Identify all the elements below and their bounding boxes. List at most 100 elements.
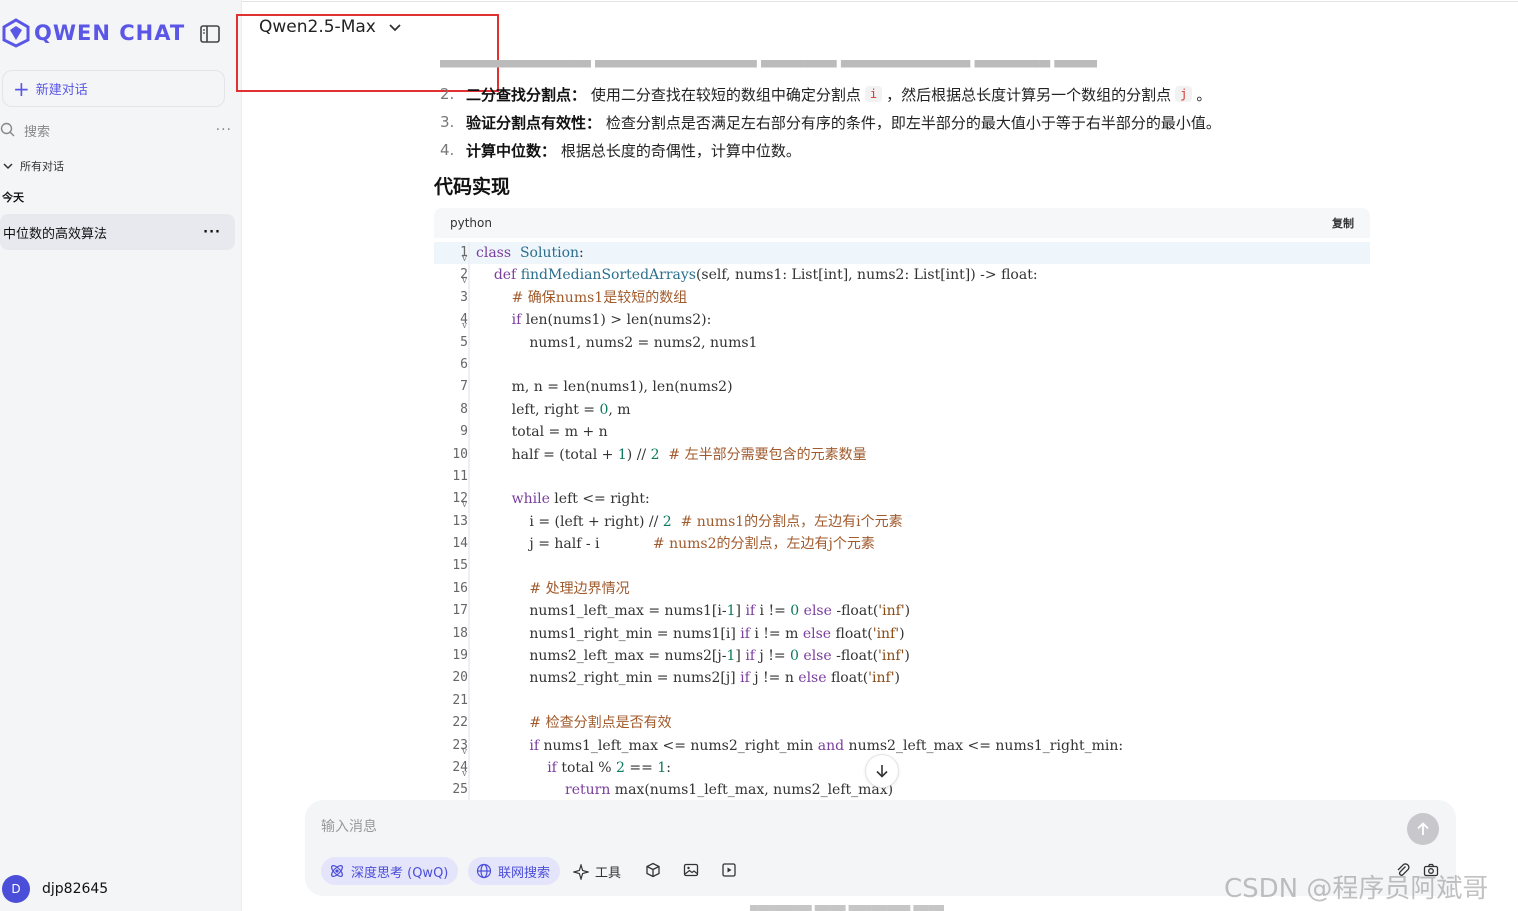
line-number: 19 (452, 648, 468, 664)
line-number: 22 (452, 715, 468, 731)
gutter-divider (468, 779, 470, 802)
code-line: 14 j = half - i # nums2的分割点，左边有j个元素 (434, 533, 1370, 556)
code-line: 24 v if total % 2 == 1: (434, 756, 1370, 780)
video-generation-button[interactable] (721, 862, 737, 878)
code-line: 16 # 处理边界情况 (434, 577, 1370, 601)
code-line: 18 nums1_right_min = nums1[i] if i != m … (434, 622, 1370, 646)
code-text: def findMedianSortedArrays(self, nums1: … (493, 267, 1038, 284)
gutter-divider (468, 510, 470, 534)
conversation-item[interactable]: 中位数的高效算法 ··· (0, 214, 235, 250)
search-more-icon[interactable]: ··· (216, 122, 232, 138)
line-number: 17 (452, 603, 468, 619)
gutter-divider (468, 264, 470, 287)
line-number: 20 (452, 670, 468, 686)
deep-think-toggle[interactable]: 深度思考 (QwQ) (321, 857, 459, 885)
code-text: if len(nums1) > len(nums2): (511, 312, 712, 329)
globe-icon (476, 863, 492, 879)
copy-button[interactable]: 复制 (1332, 215, 1354, 231)
arrow-up-icon (1417, 822, 1429, 835)
arrow-down-icon (876, 765, 888, 778)
code-line: 4v if len(nums1) > len(nums2): (434, 309, 1370, 332)
line-number: 10 (452, 446, 468, 462)
cube-icon (646, 862, 660, 878)
code-text: nums1_left_max = nums1[i-1] if i != 0 el… (476, 603, 911, 620)
gutter-divider (468, 756, 470, 780)
code-line: 8 left, right = 0, m (434, 398, 1370, 422)
code-line: 13 i = (left + right) // 2 # nums1的分割点，左… (434, 510, 1370, 534)
sparkle-icon (573, 863, 589, 880)
new-chat-label: 新建对话 (35, 83, 88, 98)
gutter-divider (468, 353, 470, 377)
code-text: while left <= right: (511, 491, 650, 508)
gutter-divider (468, 622, 470, 646)
code-language: python (450, 216, 492, 230)
code-body: 1 v class Solution: 2 v def findMedianSorted… (434, 242, 1370, 802)
line-number: 15 (452, 558, 468, 574)
line-number: 8 (460, 401, 468, 417)
code-text: class Solution: (476, 245, 584, 261)
code-block: python 复制 1 v class Solution: 2 v def findMe… (434, 208, 1370, 806)
deep-think-label: 深度思考 (QwQ) (351, 865, 449, 881)
artifact-button[interactable] (645, 862, 661, 878)
scroll-to-bottom-button[interactable] (865, 754, 899, 788)
code-line: 9 total = m + n (434, 421, 1370, 444)
line-number: 18 (452, 625, 468, 641)
code-line: 6 (434, 353, 1370, 377)
search-input[interactable]: 搜索 (24, 121, 50, 140)
code-text: nums1, nums2 = nums2, nums1 (476, 334, 758, 351)
gutter-divider (468, 286, 470, 310)
atom-icon (331, 865, 343, 877)
code-line: 3 # 确保nums1是较短的数组 (434, 286, 1370, 310)
message-input[interactable]: 输入消息 (321, 816, 377, 836)
line-number: 9 (460, 424, 468, 440)
code-line: 20 nums2_right_min = nums2[j] if j != n … (434, 667, 1370, 690)
avatar: D (2, 875, 30, 903)
sidebar-toggle-icon[interactable] (199, 23, 221, 45)
gutter-divider (468, 398, 470, 422)
code-text: return max(nums1_left_max, nums2_left_ma… (565, 782, 894, 799)
send-button[interactable] (1407, 813, 1439, 845)
search-row[interactable]: 搜索 ··· (0, 120, 232, 140)
image-icon (683, 863, 699, 877)
image-generation-button[interactable] (683, 862, 699, 878)
code-text: # 检查分割点是否有效 (529, 715, 672, 732)
code-text: nums2_right_min = nums2[j] if j != n els… (476, 670, 901, 687)
gutter-divider (468, 645, 470, 668)
line-number: 21 (452, 692, 468, 708)
new-chat-button[interactable]: + 新建对话 (2, 70, 225, 107)
header-divider (242, 1, 1518, 2)
gutter-divider (468, 712, 470, 735)
search-icon (0, 122, 15, 137)
gutter-divider (468, 443, 470, 466)
code-text: total = m + n (476, 424, 608, 441)
section-title: 代码实现 (434, 176, 511, 198)
gutter-divider (468, 555, 470, 578)
web-search-label: 联网搜索 (498, 865, 551, 881)
line-number: 16 (452, 580, 468, 596)
code-text: j = half - i # nums2的分割点，左边有j个元素 (476, 536, 875, 553)
code-line: 23 v if nums1_left_max <= nums2_right_min… (434, 734, 1370, 757)
conversation-title: 中位数的高效算法 (3, 226, 108, 242)
code-block-header: python 复制 (434, 208, 1370, 238)
line-number: 11 (452, 468, 468, 484)
line-number: 3 (460, 289, 468, 305)
code-text: if nums1_left_max <= nums2_right_min and… (529, 737, 1124, 754)
sidebar: QWEN CHAT + 新建对话 搜索 ··· 所有对话 今天 中位数的高效算法… (0, 0, 242, 911)
gutter-divider (468, 309, 470, 332)
all-chats-toggle[interactable]: 所有对话 (2, 158, 64, 174)
inline-code: j (1175, 86, 1193, 102)
conversation-more-icon[interactable]: ··· (203, 225, 221, 240)
footer-disclaimer: ████████ ████ ████████ ████ (750, 905, 945, 911)
tools-button[interactable]: 工具 (573, 862, 621, 881)
web-search-toggle[interactable]: 联网搜索 (468, 857, 561, 885)
code-text: left, right = 0, m (476, 401, 631, 418)
user-profile[interactable]: D djp82645 (2, 875, 108, 903)
code-line: 19 nums2_left_max = nums2[j-1] if j != 0… (434, 645, 1370, 668)
list-item: 3. 验证分割点有效性： 检查分割点是否满足左右部分有序的条件，即左半部分的最大… (440, 113, 1221, 132)
gutter-divider (468, 600, 470, 623)
chevron-down-icon (3, 163, 13, 170)
code-text: # 确保nums1是较短的数组 (511, 289, 688, 306)
app-logo[interactable]: QWEN CHAT (0, 18, 185, 48)
gutter-divider (468, 667, 470, 690)
code-text: nums2_left_max = nums2[j-1] if j != 0 el… (476, 648, 910, 665)
